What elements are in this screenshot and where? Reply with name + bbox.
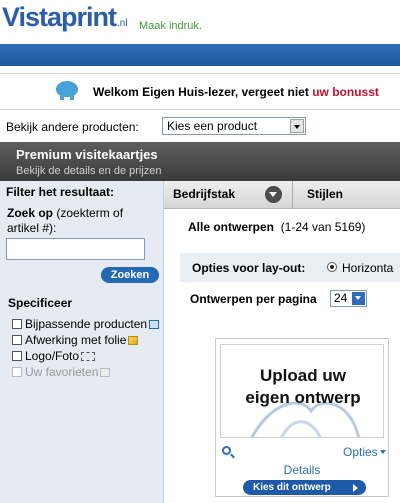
piggy-bank-icon [56, 81, 78, 100]
filter-sidebar: Filter het resultaat: Zoek op (zoekterm … [0, 181, 164, 503]
checkbox[interactable] [12, 319, 22, 329]
choose-design-button[interactable]: Kies dit ontwerp [243, 480, 366, 495]
page-title: Premium visitekaartjes [16, 147, 158, 162]
product-picker-label: Bekijk andere producten: [6, 120, 139, 134]
results-count: (1-24 van 5169) [280, 220, 366, 234]
layout-options-label: Opties voor lay-out: [192, 261, 306, 275]
magnify-icon[interactable] [222, 446, 231, 455]
logo-text: Vistaprint [2, 2, 117, 32]
per-page-label: Ontwerpen per pagina [190, 292, 317, 306]
spec-item-label: Afwerking met folie [25, 333, 127, 347]
layout-radio-horizontal[interactable] [327, 262, 337, 272]
search-label: Zoek op (zoekterm of artikel #): [7, 206, 157, 236]
promo-highlight[interactable]: uw bonusst [312, 85, 379, 99]
search-label-bold: Zoek op [7, 206, 54, 220]
layout-radio-label[interactable]: Horizonta [342, 261, 393, 275]
checkbox[interactable] [12, 351, 22, 361]
vistaprint-logo[interactable]: Vistaprint.nl [2, 2, 128, 33]
spec-item-matching-products[interactable]: Bijpassende producten [12, 317, 160, 331]
layout-options-row: Opties voor lay-out: Horizonta [180, 253, 400, 282]
card-options-link[interactable]: Opties [343, 445, 386, 459]
spec-item-label: Uw favorieten [25, 365, 99, 379]
design-card: Upload uw eigen ontwerp Opties Details Ki… [215, 338, 389, 497]
site-header: Vistaprint.nl Maak indruk. [0, 0, 400, 44]
card-options-label: Opties [343, 445, 378, 459]
tab-divider [292, 181, 293, 209]
product-select[interactable]: Kies een product [162, 117, 306, 135]
foil-icon [128, 336, 139, 345]
results-title: Alle ontwerpen [188, 220, 275, 234]
arrow-right-icon [353, 484, 358, 492]
favorites-icon [100, 368, 111, 377]
product-title-bar: Premium visitekaartjes Bekijk de details… [0, 142, 400, 181]
per-page-select[interactable]: 24 [330, 290, 367, 307]
photo-frame-icon [81, 352, 96, 361]
upload-design-thumbnail[interactable]: Upload uw eigen ontwerp [220, 344, 384, 438]
chevron-down-icon [379, 450, 386, 454]
spec-item-label: Bijpassende producten [25, 317, 148, 331]
promo-text: Welkom Eigen Huis-lezer, vergeet niet uw… [93, 85, 379, 99]
chevron-down-icon[interactable] [265, 186, 282, 203]
spec-item-favorites: Uw favorieten [12, 365, 111, 379]
search-button[interactable]: Zoeken [101, 267, 159, 283]
tab-stijlen[interactable]: Stijlen [307, 187, 343, 201]
upload-line-2: eigen ontwerp [245, 388, 361, 407]
search-input[interactable] [6, 238, 145, 260]
spec-title: Specificeer [8, 296, 73, 310]
spec-item-foil[interactable]: Afwerking met folie [12, 333, 139, 347]
filter-tabs: Bedrijfstak Stijlen [164, 181, 400, 209]
upload-text: Upload uw eigen ontwerp [221, 365, 383, 409]
checkbox[interactable] [12, 335, 22, 345]
checkbox [12, 367, 22, 377]
product-select-value: Kies een product [167, 119, 258, 133]
promo-message: Welkom Eigen Huis-lezer, vergeet niet [93, 85, 309, 99]
spec-item-label: Logo/Foto [25, 349, 80, 363]
upload-line-1: Upload uw [260, 366, 346, 385]
tagline: Maak indruk. [139, 20, 202, 32]
logo-tld: .nl [117, 18, 128, 29]
per-page-value: 24 [334, 291, 348, 305]
chevron-down-icon[interactable] [290, 119, 304, 133]
promo-banner[interactable]: Welkom Eigen Huis-lezer, vergeet niet uw… [0, 73, 400, 110]
results-heading: Alle ontwerpen (1-24 van 5169) [188, 220, 365, 234]
matching-products-icon [149, 320, 160, 329]
page-subtitle-link[interactable]: Bekijk de details en de prijzen [16, 165, 162, 177]
chevron-down-icon[interactable] [352, 292, 365, 305]
nav-bar [0, 44, 400, 66]
tab-bedrijfstak[interactable]: Bedrijfstak [173, 187, 235, 201]
choose-design-label: Kies dit ontwerp [253, 482, 331, 493]
card-details-link[interactable]: Details [216, 463, 388, 477]
filter-title: Filter het resultaat: [6, 185, 115, 199]
spec-item-logo-photo[interactable]: Logo/Foto [12, 349, 96, 363]
